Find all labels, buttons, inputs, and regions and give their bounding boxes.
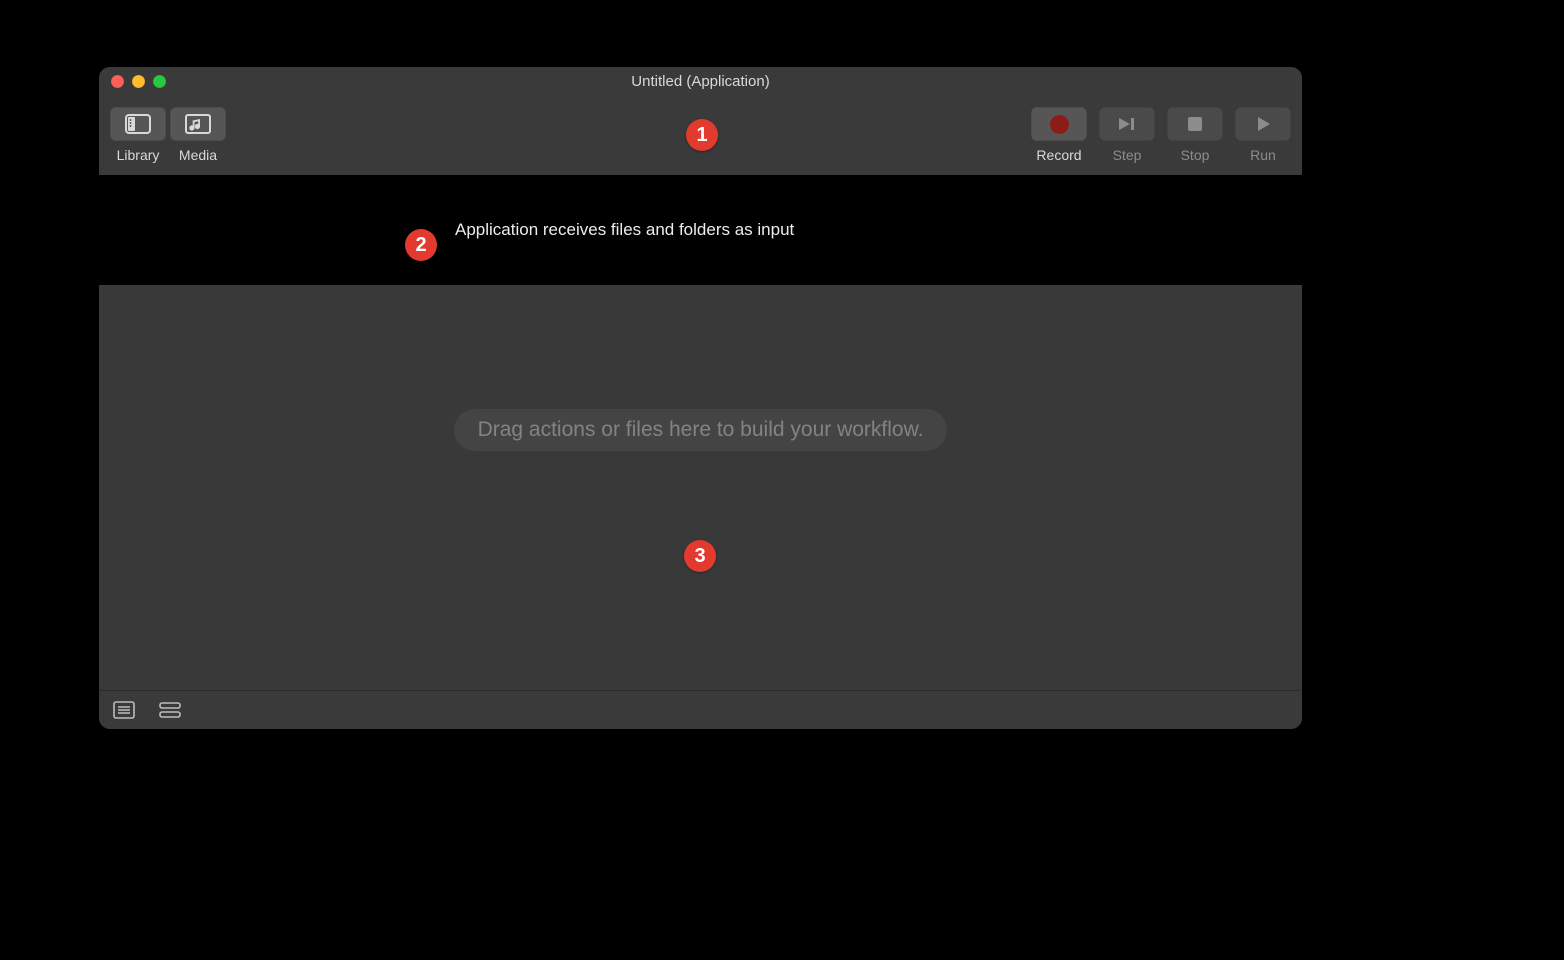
annotation-badge-2: 2 [405, 229, 437, 261]
record-icon [1050, 115, 1069, 134]
annotation-badge-3: 3 [684, 540, 716, 572]
stop-label: Stop [1181, 147, 1210, 163]
workflow-drop-hint: Drag actions or files here to build your… [454, 409, 948, 451]
step-button[interactable] [1099, 107, 1155, 141]
zoom-button[interactable] [153, 75, 166, 88]
record-item: Record [1031, 107, 1087, 163]
library-button[interactable] [110, 107, 166, 141]
media-label: Media [179, 147, 217, 163]
record-label: Record [1036, 147, 1081, 163]
run-label: Run [1250, 147, 1276, 163]
titlebar: Untitled (Application) [99, 67, 1302, 95]
close-button[interactable] [111, 75, 124, 88]
log-view-button[interactable] [113, 701, 135, 719]
statusbar [99, 690, 1302, 729]
media-button[interactable] [170, 107, 226, 141]
library-label: Library [117, 147, 160, 163]
media-icon [185, 114, 211, 134]
run-icon [1254, 115, 1272, 133]
workflow-canvas[interactable]: Drag actions or files here to build your… [99, 285, 1302, 690]
step-icon [1116, 115, 1138, 133]
app-window: Untitled (Application) Libra [99, 67, 1302, 729]
workflow-input-description: Application receives files and folders a… [455, 220, 794, 240]
minimize-button[interactable] [132, 75, 145, 88]
annotation-badge-1: 1 [686, 119, 718, 151]
sidebar-icon [125, 114, 151, 134]
step-item: Step [1099, 107, 1155, 163]
run-item: Run [1235, 107, 1291, 163]
stop-icon [1186, 115, 1204, 133]
variables-view-button[interactable] [159, 701, 181, 719]
stop-item: Stop [1167, 107, 1223, 163]
step-label: Step [1113, 147, 1142, 163]
media-item: Media [170, 107, 226, 163]
window-title: Untitled (Application) [631, 73, 769, 90]
library-item: Library [110, 107, 166, 163]
workflow-input-bar[interactable]: Application receives files and folders a… [99, 175, 1302, 285]
traffic-lights [111, 67, 166, 95]
record-button[interactable] [1031, 107, 1087, 141]
stop-button[interactable] [1167, 107, 1223, 141]
run-button[interactable] [1235, 107, 1291, 141]
